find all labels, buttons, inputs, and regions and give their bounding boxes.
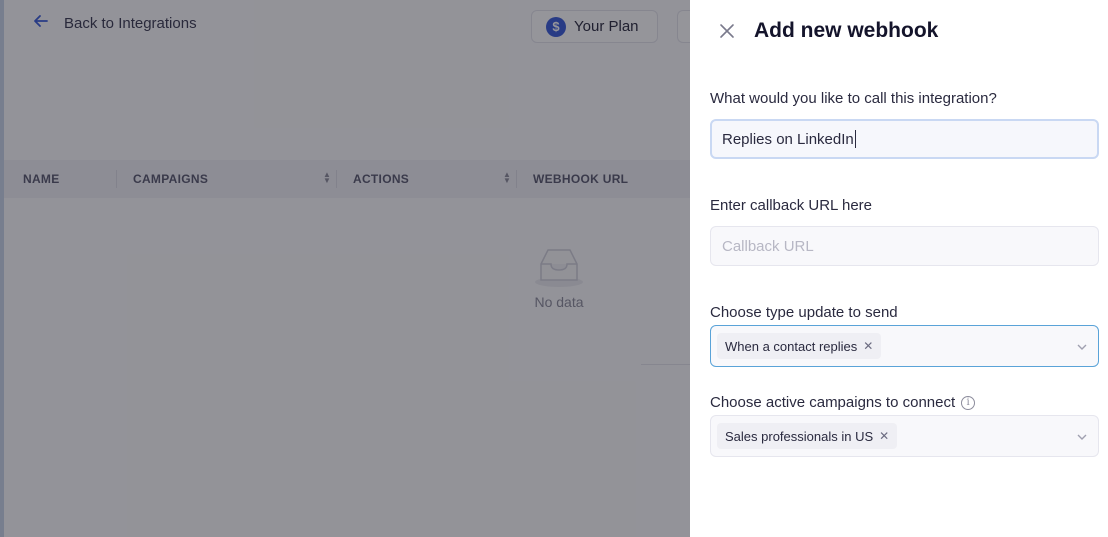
selected-tag: When a contact replies ✕ (717, 333, 882, 359)
active-campaigns-label: Choose active campaigns to connect i (710, 394, 976, 411)
callback-url-label: Enter callback URL here (710, 197, 873, 214)
selected-tag: Sales professionals in US ✕ (717, 423, 898, 449)
remove-tag-icon[interactable]: ✕ (879, 429, 889, 443)
drawer-title: Add new webhook (754, 19, 939, 42)
add-webhook-drawer: Add new webhook What would you like to c… (690, 0, 1108, 537)
integration-name-label: What would you like to call this integra… (710, 90, 997, 107)
chevron-down-icon[interactable] (1076, 430, 1088, 442)
text-caret (854, 130, 856, 148)
callback-url-input[interactable]: Callback URL (710, 226, 1099, 266)
remove-tag-icon[interactable]: ✕ (863, 339, 873, 353)
tag-label: Sales professionals in US (725, 428, 874, 444)
integration-name-value: Replies on LinkedIn (722, 130, 854, 148)
chevron-down-icon[interactable] (1076, 340, 1088, 352)
integration-name-input[interactable]: Replies on LinkedIn (710, 119, 1099, 159)
update-type-label: Choose type update to send (710, 304, 898, 321)
update-type-select[interactable]: When a contact replies ✕ (710, 325, 1099, 367)
tag-label: When a contact replies (725, 338, 858, 354)
active-campaigns-label-text: Choose active campaigns to connect (710, 394, 956, 411)
info-icon[interactable]: i (961, 395, 976, 410)
active-campaigns-select[interactable]: Sales professionals in US ✕ (710, 415, 1099, 457)
modal-overlay[interactable] (0, 0, 690, 537)
callback-url-placeholder: Callback URL (722, 237, 814, 255)
close-icon (719, 23, 735, 44)
close-button[interactable] (716, 22, 738, 44)
